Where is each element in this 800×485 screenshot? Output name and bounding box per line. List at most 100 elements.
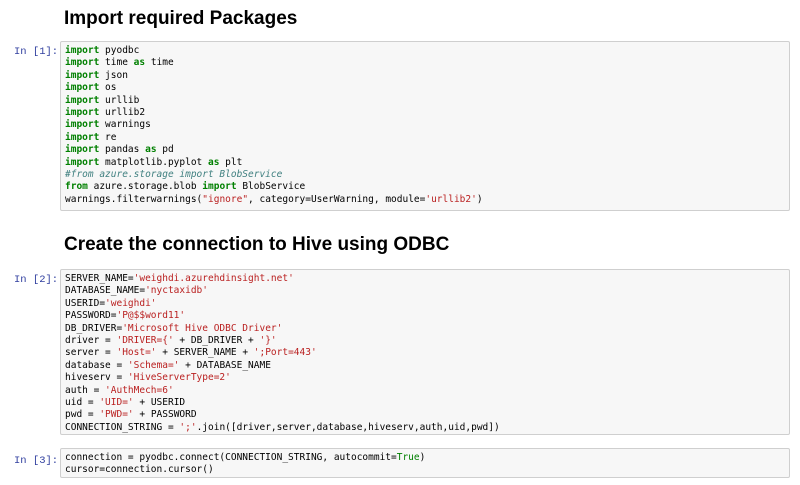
- code-comment: #from azure.storage import BlobService: [65, 168, 283, 180]
- code-text: pandas: [99, 144, 146, 156]
- code-text: pwd =: [65, 409, 100, 421]
- code-line: #from azure.storage import BlobService: [65, 169, 785, 181]
- code-line: CONNECTION_STRING = ';'.join([driver,ser…: [65, 422, 785, 434]
- code-string: ';Port=443': [253, 347, 317, 359]
- code-line: auth = 'AuthMech=6': [65, 385, 785, 397]
- code-text: + DATABASE_NAME: [179, 359, 271, 371]
- section-heading-hive-connection: Create the connection to Hive using ODBC: [64, 234, 450, 255]
- code-keyword: import: [65, 57, 100, 69]
- code-string: 'nyctaxidb': [145, 285, 208, 297]
- code-text: DATABASE_NAME=: [65, 285, 146, 297]
- code-text: BlobService: [236, 181, 306, 193]
- code-keyword: import: [65, 156, 100, 168]
- code-text: time: [145, 57, 174, 69]
- code-line: import time as time: [65, 57, 785, 69]
- code-string: 'UID=': [99, 396, 134, 408]
- code-keyword: as: [145, 144, 157, 156]
- code-text: database =: [65, 359, 128, 371]
- code-line: import json: [65, 70, 785, 82]
- code-line: uid = 'UID=' + USERID: [65, 397, 785, 409]
- code-line: import urllib: [65, 95, 785, 107]
- code-string: 'Host=': [116, 347, 157, 359]
- code-text: .join([driver,server,database,hiveserv,a…: [196, 421, 500, 433]
- code-line: import re: [65, 132, 785, 144]
- code-string: 'Microsoft Hive ODBC Driver': [122, 322, 283, 334]
- code-line: warnings.filterwarnings("ignore", catego…: [65, 194, 785, 206]
- code-line: import urllib2: [65, 107, 785, 119]
- cell-prompt-3: In [3]:: [14, 455, 59, 467]
- code-string: 'HiveServerType=2': [127, 372, 231, 384]
- code-string: ';': [179, 421, 197, 433]
- code-string: 'P@$$word11': [116, 310, 186, 322]
- code-keyword: import: [202, 181, 237, 193]
- code-cell-2[interactable]: SERVER_NAME='weighdi.azurehdinsight.net'…: [60, 269, 790, 435]
- code-text: re: [99, 131, 117, 143]
- code-line: import warnings: [65, 119, 785, 131]
- code-text: connection = pyodbc.connect(CONNECTION_S…: [65, 452, 397, 463]
- code-string: 'weighdi.azurehdinsight.net': [133, 273, 294, 284]
- section-heading-import-packages: Import required Packages: [64, 8, 298, 29]
- code-line: DB_DRIVER='Microsoft Hive ODBC Driver': [65, 323, 785, 335]
- code-text: + PASSWORD: [133, 409, 197, 421]
- code-keyword: import: [65, 131, 100, 143]
- code-line: PASSWORD='P@$$word11': [65, 310, 785, 322]
- code-text: urllib2: [99, 106, 146, 118]
- code-text: urllib: [99, 94, 140, 106]
- code-text: cursor=connection.cursor(): [65, 464, 214, 476]
- code-text: os: [99, 82, 117, 94]
- code-keyword: import: [65, 119, 100, 131]
- code-text: time: [99, 57, 134, 69]
- code-text: plt: [219, 156, 243, 168]
- code-text: azure.storage.blob: [87, 181, 203, 193]
- code-text: driver =: [65, 334, 117, 346]
- code-keyword: import: [65, 45, 100, 56]
- code-keyword: from: [65, 181, 88, 193]
- code-string: 'DRIVER={': [116, 334, 174, 346]
- code-line: SERVER_NAME='weighdi.azurehdinsight.net': [65, 273, 785, 285]
- code-string: "ignore": [202, 193, 249, 205]
- code-text: pd: [156, 144, 174, 156]
- code-keyword: as: [133, 57, 146, 69]
- code-text: CONNECTION_STRING =: [65, 421, 180, 433]
- code-line: USERID='weighdi': [65, 298, 785, 310]
- code-string: 'Schema=': [127, 359, 180, 371]
- code-line: server = 'Host=' + SERVER_NAME + ';Port=…: [65, 347, 785, 359]
- cell-prompt-2: In [2]:: [14, 274, 59, 286]
- code-string: '}': [259, 334, 277, 346]
- code-keyword: import: [65, 94, 100, 106]
- code-text: json: [99, 69, 128, 81]
- code-keyword: import: [65, 82, 100, 94]
- code-line: hiveserv = 'HiveServerType=2': [65, 372, 785, 384]
- code-line: pwd = 'PWD=' + PASSWORD: [65, 409, 785, 421]
- code-line: import pyodbc: [65, 45, 785, 57]
- code-keyword: import: [65, 144, 100, 156]
- code-line: import pandas as pd: [65, 144, 785, 156]
- code-text: warnings.filterwarnings(: [65, 193, 203, 205]
- code-text: USERID=: [65, 297, 106, 309]
- code-cell-3[interactable]: connection = pyodbc.connect(CONNECTION_S…: [60, 448, 790, 478]
- code-string: 'PWD=': [99, 409, 134, 421]
- code-text: server =: [65, 347, 117, 359]
- code-text: ): [419, 452, 426, 463]
- code-text: pyodbc: [99, 45, 140, 56]
- code-text: matplotlib.pyplot: [99, 156, 208, 168]
- code-text: + DB_DRIVER +: [173, 334, 260, 346]
- code-keyword: as: [208, 156, 220, 168]
- code-text: hiveserv =: [65, 372, 128, 384]
- code-text: ): [476, 193, 483, 205]
- code-keyword: import: [65, 69, 100, 81]
- cell-prompt-1: In [1]:: [14, 46, 59, 58]
- code-line: from azure.storage.blob import BlobServi…: [65, 181, 785, 193]
- code-text: SERVER_NAME=: [65, 273, 134, 284]
- code-line: import os: [65, 82, 785, 94]
- code-text: auth =: [65, 384, 106, 396]
- code-line: import matplotlib.pyplot as plt: [65, 157, 785, 169]
- code-keyword: import: [65, 106, 100, 118]
- code-string: 'weighdi': [105, 297, 157, 309]
- code-line: database = 'Schema=' + DATABASE_NAME: [65, 360, 785, 372]
- code-text: + USERID: [133, 396, 186, 408]
- code-string: 'urllib2': [425, 193, 477, 205]
- code-cell-1[interactable]: import pyodbc import time as time import j…: [60, 41, 790, 211]
- code-string: 'AuthMech=6': [105, 384, 174, 396]
- code-text: warnings: [99, 119, 151, 131]
